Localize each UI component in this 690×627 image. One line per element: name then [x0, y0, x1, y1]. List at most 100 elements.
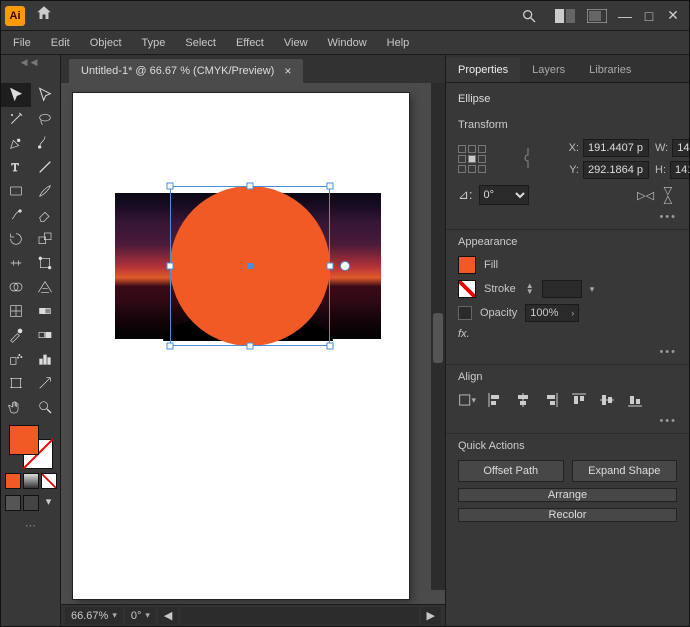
rectangle-tool[interactable]: [1, 179, 31, 203]
color-mode-swatch[interactable]: [5, 473, 21, 489]
shaper-tool[interactable]: [1, 203, 31, 227]
menu-view[interactable]: View: [276, 34, 316, 52]
expand-shape-button[interactable]: Expand Shape: [572, 460, 678, 482]
w-input[interactable]: [672, 139, 689, 157]
sel-handle-se[interactable]: [327, 343, 334, 350]
opacity-input[interactable]: 100%›: [525, 304, 579, 322]
gradient-tool[interactable]: [31, 299, 61, 323]
arrange-button[interactable]: Arrange: [458, 488, 677, 502]
rotate-tool[interactable]: [1, 227, 31, 251]
angle-select[interactable]: 0°: [479, 185, 529, 205]
align-to-dropdown[interactable]: ▾: [458, 391, 476, 409]
magic-wand-tool[interactable]: [1, 107, 31, 131]
lasso-tool[interactable]: [31, 107, 61, 131]
align-right-icon[interactable]: [542, 391, 560, 409]
fill-stroke-swatch[interactable]: [9, 425, 53, 469]
menu-window[interactable]: Window: [320, 34, 375, 52]
pie-widget[interactable]: [340, 261, 350, 271]
window-maximize-icon[interactable]: □: [637, 8, 661, 24]
menu-help[interactable]: Help: [379, 34, 418, 52]
fill-color-swatch[interactable]: [458, 256, 476, 274]
type-tool[interactable]: T: [1, 155, 31, 179]
fill-swatch[interactable]: [9, 425, 39, 455]
edit-toolbar-icon[interactable]: ⋯: [1, 519, 60, 532]
workspace-switcher-icon[interactable]: [587, 9, 607, 23]
tab-libraries[interactable]: Libraries: [577, 58, 643, 82]
mesh-tool[interactable]: [1, 299, 31, 323]
stroke-weight-stepper[interactable]: ▲▼: [526, 283, 534, 295]
stroke-color-swatch[interactable]: [458, 280, 476, 298]
sel-handle-sw[interactable]: [167, 343, 174, 350]
menu-file[interactable]: File: [5, 34, 39, 52]
selection-tool[interactable]: [1, 83, 31, 107]
menu-edit[interactable]: Edit: [43, 34, 78, 52]
menu-object[interactable]: Object: [82, 34, 130, 52]
artboard-tool[interactable]: [1, 371, 31, 395]
align-top-icon[interactable]: [570, 391, 588, 409]
menu-select[interactable]: Select: [177, 34, 224, 52]
none-mode-swatch[interactable]: [41, 473, 57, 489]
fx-label[interactable]: fx.: [458, 328, 470, 340]
window-minimize-icon[interactable]: —: [613, 8, 637, 24]
artboard-nav-prev[interactable]: ◀: [158, 607, 178, 625]
align-hcenter-icon[interactable]: [514, 391, 532, 409]
hand-tool[interactable]: [1, 395, 31, 419]
eyedropper-tool[interactable]: [1, 323, 31, 347]
slice-tool[interactable]: [31, 371, 61, 395]
menu-type[interactable]: Type: [134, 34, 174, 52]
scale-tool[interactable]: [31, 227, 61, 251]
width-tool[interactable]: [1, 251, 31, 275]
vertical-scrollbar[interactable]: [431, 83, 445, 590]
align-vcenter-icon[interactable]: [598, 391, 616, 409]
reference-point-widget[interactable]: [458, 145, 486, 173]
sel-handle-n[interactable]: [247, 183, 254, 190]
transform-more-icon[interactable]: •••: [458, 211, 677, 223]
tab-properties[interactable]: Properties: [446, 58, 520, 82]
recolor-button[interactable]: Recolor: [458, 508, 677, 522]
perspective-grid-tool[interactable]: [31, 275, 61, 299]
flip-horizontal-icon[interactable]: ▷◁: [637, 189, 654, 202]
x-input[interactable]: [583, 139, 649, 157]
screen-mode-icon[interactable]: ▾: [41, 495, 57, 511]
opacity-checkbox[interactable]: [458, 306, 472, 320]
eraser-tool[interactable]: [31, 203, 61, 227]
arrange-documents-icon[interactable]: [555, 9, 575, 23]
rotate-view-field[interactable]: 0°▾: [125, 607, 156, 625]
curvature-tool[interactable]: [31, 131, 61, 155]
flip-vertical-icon[interactable]: ▷◁: [662, 187, 675, 204]
artboard-nav-next[interactable]: ▶: [421, 607, 441, 625]
y-input[interactable]: [583, 161, 649, 179]
sel-handle-nw[interactable]: [167, 183, 174, 190]
symbol-sprayer-tool[interactable]: [1, 347, 31, 371]
direct-selection-tool[interactable]: [31, 83, 61, 107]
document-tab[interactable]: Untitled-1* @ 66.67 % (CMYK/Preview) ×: [69, 59, 303, 83]
free-transform-tool[interactable]: [31, 251, 61, 275]
sel-handle-w[interactable]: [167, 263, 174, 270]
canvas[interactable]: [61, 83, 445, 604]
artboard-nav-field[interactable]: [180, 607, 418, 625]
align-left-icon[interactable]: [486, 391, 504, 409]
align-bottom-icon[interactable]: [626, 391, 644, 409]
h-input[interactable]: [670, 161, 689, 179]
shape-builder-tool[interactable]: [1, 275, 31, 299]
zoom-tool[interactable]: [31, 395, 61, 419]
search-icon[interactable]: [521, 8, 537, 24]
sel-handle-s[interactable]: [247, 343, 254, 350]
constrain-proportions-icon[interactable]: [496, 144, 559, 175]
home-icon[interactable]: [35, 4, 53, 27]
offset-path-button[interactable]: Offset Path: [458, 460, 564, 482]
paintbrush-tool[interactable]: [31, 179, 61, 203]
stroke-weight-input[interactable]: [542, 280, 582, 298]
appearance-more-icon[interactable]: •••: [458, 346, 677, 358]
draw-normal-icon[interactable]: [5, 495, 21, 511]
pen-tool[interactable]: [1, 131, 31, 155]
align-more-icon[interactable]: •••: [458, 415, 677, 427]
column-graph-tool[interactable]: [31, 347, 61, 371]
blend-tool[interactable]: [31, 323, 61, 347]
toolbox-expand-icon[interactable]: ◀◀: [1, 57, 60, 69]
close-tab-icon[interactable]: ×: [284, 64, 291, 78]
tab-layers[interactable]: Layers: [520, 58, 577, 82]
draw-behind-icon[interactable]: [23, 495, 39, 511]
zoom-field[interactable]: 66.67%▾: [65, 607, 123, 625]
gradient-mode-swatch[interactable]: [23, 473, 39, 489]
